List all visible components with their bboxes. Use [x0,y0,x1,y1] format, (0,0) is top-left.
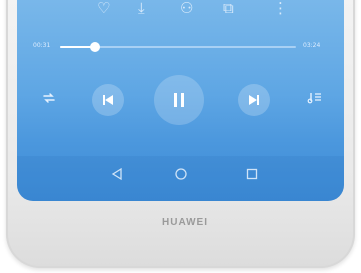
progress-thumb[interactable] [90,42,101,52]
action-row: ♡ ⤓ ⚇ ⧉ ⋮ [17,0,344,22]
share-icon[interactable]: ⚇ [180,0,193,16]
pause-icon [174,93,184,107]
screen: ♡ ⤓ ⚇ ⧉ ⋮ 00:31 03:24 [17,0,344,201]
total-time: 03:24 [303,42,321,49]
skip-previous-icon [103,95,113,105]
queue-add-icon[interactable]: ⧉ [223,0,234,16]
repeat-icon[interactable] [41,90,57,110]
elapsed-time: 00:31 [33,42,51,49]
pause-button[interactable] [154,75,204,125]
download-icon[interactable]: ⤓ [138,0,145,16]
more-vertical-icon[interactable]: ⋮ [273,0,288,16]
heart-outline-icon[interactable]: ♡ [97,0,110,16]
home-circle-icon[interactable] [174,166,188,186]
progress-row: 00:31 03:24 [17,39,344,55]
previous-button[interactable] [92,84,124,116]
skip-next-icon [249,95,259,105]
recents-square-icon[interactable] [245,166,259,186]
playlist-icon[interactable] [307,90,323,110]
back-triangle-icon[interactable] [110,166,124,186]
brand-logo: HUAWEI [162,217,208,228]
next-button[interactable] [238,84,270,116]
navigation-bar [17,156,344,201]
playback-controls [17,75,344,125]
